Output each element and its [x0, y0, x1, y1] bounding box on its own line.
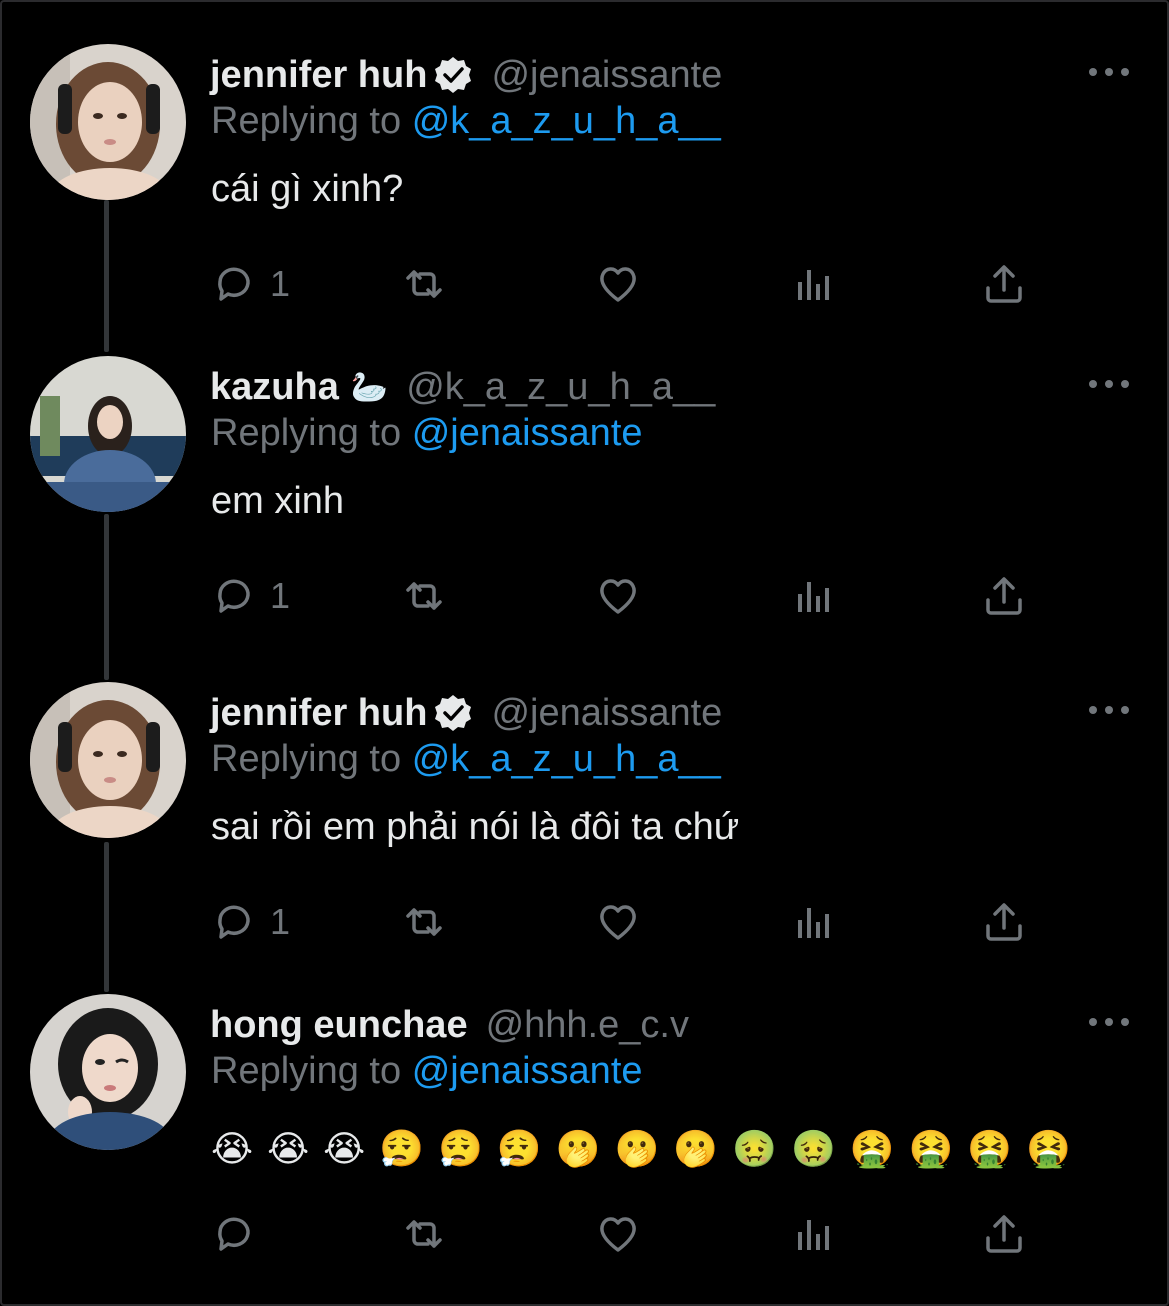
views-button[interactable] — [790, 256, 838, 312]
verified-badge-icon — [433, 55, 473, 95]
heart-icon — [594, 260, 642, 308]
more-icon[interactable] — [1089, 376, 1129, 392]
display-name[interactable]: hong eunchae — [210, 1004, 468, 1047]
views-icon — [790, 260, 838, 308]
share-icon — [980, 898, 1028, 946]
mention-link[interactable]: @k_a_z_u_h_a__ — [412, 738, 721, 780]
reply-button[interactable]: 1 — [210, 256, 290, 312]
share-icon — [980, 572, 1028, 620]
heart-icon — [594, 898, 642, 946]
tweet[interactable]: hong eunchae @hhh.e_c.v Replying to @jenai… — [0, 994, 1169, 1294]
share-icon — [980, 1210, 1028, 1258]
heart-icon — [594, 572, 642, 620]
reply-count: 1 — [270, 263, 291, 304]
views-button[interactable] — [790, 1206, 838, 1262]
retweet-button[interactable] — [400, 568, 448, 624]
tweet-header: jennifer huh @jenaissante — [210, 50, 722, 100]
like-button[interactable] — [594, 1206, 642, 1262]
like-button[interactable] — [594, 568, 642, 624]
replying-to: Replying to @k_a_z_u_h_a__ — [211, 100, 721, 143]
avatar[interactable] — [30, 44, 186, 200]
mention-link[interactable]: @jenaissante — [412, 412, 643, 454]
tweet-actions: 1 — [210, 894, 1040, 950]
tweet-header: kazuha 🦢 @k_a_z_u_h_a__ — [210, 362, 715, 412]
reply-button[interactable]: 1 — [210, 894, 290, 950]
mention-link[interactable]: @k_a_z_u_h_a__ — [412, 100, 721, 142]
retweet-icon — [400, 1210, 448, 1258]
reply-icon — [210, 898, 258, 946]
tweet-text: em xinh — [211, 480, 345, 522]
reply-icon — [210, 572, 258, 620]
views-icon — [790, 572, 838, 620]
swan-emoji: 🦢 — [350, 370, 389, 404]
mention-link[interactable]: @jenaissante — [412, 1050, 643, 1092]
retweet-button[interactable] — [400, 894, 448, 950]
reply-button[interactable]: 1 — [210, 568, 290, 624]
heart-icon — [594, 1210, 642, 1258]
display-name[interactable]: kazuha — [210, 366, 339, 409]
tweet-text: 😭😭😭😮‍💨😮‍💨😮‍💨🫢🫢🫢🤢🤢🤮🤮🤮🤮 — [211, 1128, 1086, 1169]
reply-count: 1 — [270, 575, 291, 616]
user-handle[interactable]: @jenaissante — [491, 54, 722, 97]
replying-to: Replying to @jenaissante — [211, 1050, 643, 1093]
avatar-photo-jennifer — [30, 682, 186, 838]
display-name[interactable]: jennifer huh — [210, 54, 427, 97]
avatar[interactable] — [30, 356, 186, 512]
reply-icon — [210, 260, 258, 308]
reply-icon — [210, 1210, 258, 1258]
display-name[interactable]: jennifer huh — [210, 692, 427, 735]
tweet[interactable]: jennifer huh @jenaissante Replying to @k_… — [0, 44, 1169, 344]
user-handle[interactable]: @jenaissante — [491, 692, 722, 735]
more-icon[interactable] — [1089, 64, 1129, 80]
reply-count: 1 — [270, 901, 291, 942]
replying-to-label: Replying to — [211, 412, 402, 454]
reply-button[interactable] — [210, 1206, 270, 1262]
avatar-photo-kazuha — [30, 356, 186, 512]
tweet-text: sai rồi em phải nói là đôi ta chứ — [211, 806, 740, 848]
replying-to-label: Replying to — [211, 1050, 402, 1092]
tweet-actions — [210, 1206, 1040, 1262]
retweet-icon — [400, 898, 448, 946]
avatar-photo-eunchae — [30, 994, 186, 1150]
share-icon — [980, 260, 1028, 308]
share-button[interactable] — [980, 1206, 1028, 1262]
more-icon[interactable] — [1089, 702, 1129, 718]
share-button[interactable] — [980, 894, 1028, 950]
tweet-header: jennifer huh @jenaissante — [210, 688, 722, 738]
tweet-header: hong eunchae @hhh.e_c.v — [210, 1000, 689, 1050]
share-button[interactable] — [980, 256, 1028, 312]
views-icon — [790, 898, 838, 946]
views-button[interactable] — [790, 568, 838, 624]
views-button[interactable] — [790, 894, 838, 950]
avatar[interactable] — [30, 994, 186, 1150]
user-handle[interactable]: @hhh.e_c.v — [486, 1004, 689, 1047]
tweet-actions: 1 — [210, 256, 1040, 312]
views-icon — [790, 1210, 838, 1258]
tweet-actions: 1 — [210, 568, 1040, 624]
share-button[interactable] — [980, 568, 1028, 624]
retweet-button[interactable] — [400, 1206, 448, 1262]
replying-to: Replying to @k_a_z_u_h_a__ — [211, 738, 721, 781]
tweet[interactable]: jennifer huh @jenaissante Replying to @k_… — [0, 682, 1169, 982]
avatar[interactable] — [30, 682, 186, 838]
more-icon[interactable] — [1089, 1014, 1129, 1030]
replying-to: Replying to @jenaissante — [211, 412, 643, 455]
like-button[interactable] — [594, 894, 642, 950]
like-button[interactable] — [594, 256, 642, 312]
tweet[interactable]: kazuha 🦢 @k_a_z_u_h_a__ Replying to @jenais… — [0, 356, 1169, 656]
retweet-icon — [400, 572, 448, 620]
tweet-text: cái gì xinh? — [211, 168, 404, 210]
avatar-photo-jennifer — [30, 44, 186, 200]
verified-badge-icon — [433, 693, 473, 733]
replying-to-label: Replying to — [211, 738, 402, 780]
retweet-button[interactable] — [400, 256, 448, 312]
user-handle[interactable]: @k_a_z_u_h_a__ — [406, 366, 715, 409]
replying-to-label: Replying to — [211, 100, 402, 142]
retweet-icon — [400, 260, 448, 308]
